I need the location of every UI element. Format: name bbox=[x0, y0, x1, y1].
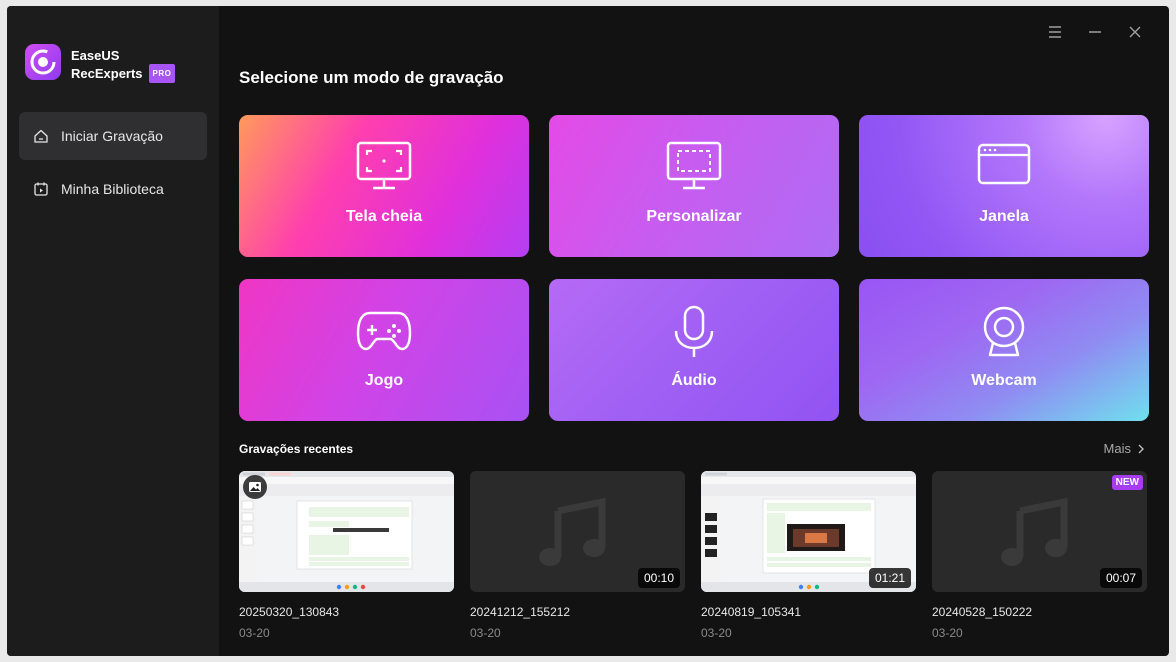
app-logo bbox=[25, 44, 61, 80]
recording-date: 03-20 bbox=[932, 626, 963, 640]
sidebar-item-label: Minha Biblioteca bbox=[61, 181, 164, 197]
more-link[interactable]: Mais bbox=[1104, 441, 1147, 456]
mode-label: Áudio bbox=[671, 372, 717, 389]
duration-badge: 00:07 bbox=[1099, 568, 1142, 588]
library-icon bbox=[33, 181, 49, 197]
app-window: EaseUS RecExperts PRO Iniciar Gravação Mi… bbox=[7, 6, 1169, 656]
mode-card-fullscreen[interactable]: Tela cheia bbox=[239, 115, 529, 257]
window-icon bbox=[977, 143, 1031, 185]
sidebar: EaseUS RecExperts PRO Iniciar Gravação Mi… bbox=[7, 6, 219, 656]
fullscreen-monitor-icon bbox=[356, 141, 412, 190]
minimize-icon[interactable] bbox=[1085, 22, 1105, 42]
recent-recordings-title: Gravações recentes bbox=[239, 442, 354, 456]
mode-label: Janela bbox=[979, 208, 1029, 225]
brand-line1: EaseUS bbox=[71, 48, 120, 63]
brand-name: EaseUS RecExperts PRO bbox=[71, 47, 176, 83]
chevron-right-icon bbox=[1138, 444, 1144, 453]
recording-name: 20241212_155212 bbox=[470, 605, 571, 619]
mode-label: Jogo bbox=[364, 372, 404, 389]
sidebar-item-label: Iniciar Gravação bbox=[61, 128, 163, 144]
recording-name: 20250320_130843 bbox=[239, 605, 340, 619]
close-icon[interactable] bbox=[1125, 22, 1145, 42]
sidebar-item-library[interactable]: Minha Biblioteca bbox=[19, 165, 207, 213]
recording-thumbnail-audio[interactable]: NEW 00:07 bbox=[932, 471, 1147, 592]
recording-date: 03-20 bbox=[239, 626, 270, 640]
page-title: Selecione um modo de gravação bbox=[239, 68, 504, 87]
mode-card-webcam[interactable]: Webcam bbox=[859, 279, 1149, 421]
mode-card-audio[interactable]: Áudio bbox=[549, 279, 839, 421]
image-type-icon bbox=[243, 475, 267, 499]
recording-thumbnail-audio[interactable]: 00:10 bbox=[470, 471, 685, 592]
pro-badge: PRO bbox=[148, 64, 176, 83]
duration-badge: 00:10 bbox=[637, 568, 680, 588]
microphone-icon bbox=[674, 305, 714, 357]
mode-label: Personalizar bbox=[646, 208, 742, 225]
more-label: Mais bbox=[1103, 441, 1131, 456]
menu-icon[interactable] bbox=[1045, 22, 1065, 42]
mode-card-custom[interactable]: Personalizar bbox=[549, 115, 839, 257]
brand-line2: RecExperts bbox=[71, 66, 143, 81]
webcam-icon bbox=[983, 306, 1025, 357]
recording-name: 20240528_150222 bbox=[932, 605, 1033, 619]
home-icon bbox=[33, 128, 49, 144]
sidebar-item-start-recording[interactable]: Iniciar Gravação bbox=[19, 112, 207, 160]
mode-label: Tela cheia bbox=[345, 208, 423, 225]
mode-label: Webcam bbox=[971, 372, 1037, 389]
new-badge: NEW bbox=[1111, 475, 1143, 490]
recording-thumbnail-video[interactable]: 01:21 bbox=[701, 471, 916, 592]
recording-name: 20240819_105341 bbox=[701, 605, 802, 619]
recording-thumbnail-image[interactable] bbox=[239, 471, 454, 592]
mode-card-game[interactable]: Jogo bbox=[239, 279, 529, 421]
gamepad-icon bbox=[356, 311, 412, 351]
screenshot-preview bbox=[239, 471, 454, 592]
duration-badge: 01:21 bbox=[868, 568, 911, 588]
mode-card-window[interactable]: Janela bbox=[859, 115, 1149, 257]
custom-region-monitor-icon bbox=[666, 141, 722, 190]
recording-date: 03-20 bbox=[470, 626, 501, 640]
recording-date: 03-20 bbox=[701, 626, 732, 640]
